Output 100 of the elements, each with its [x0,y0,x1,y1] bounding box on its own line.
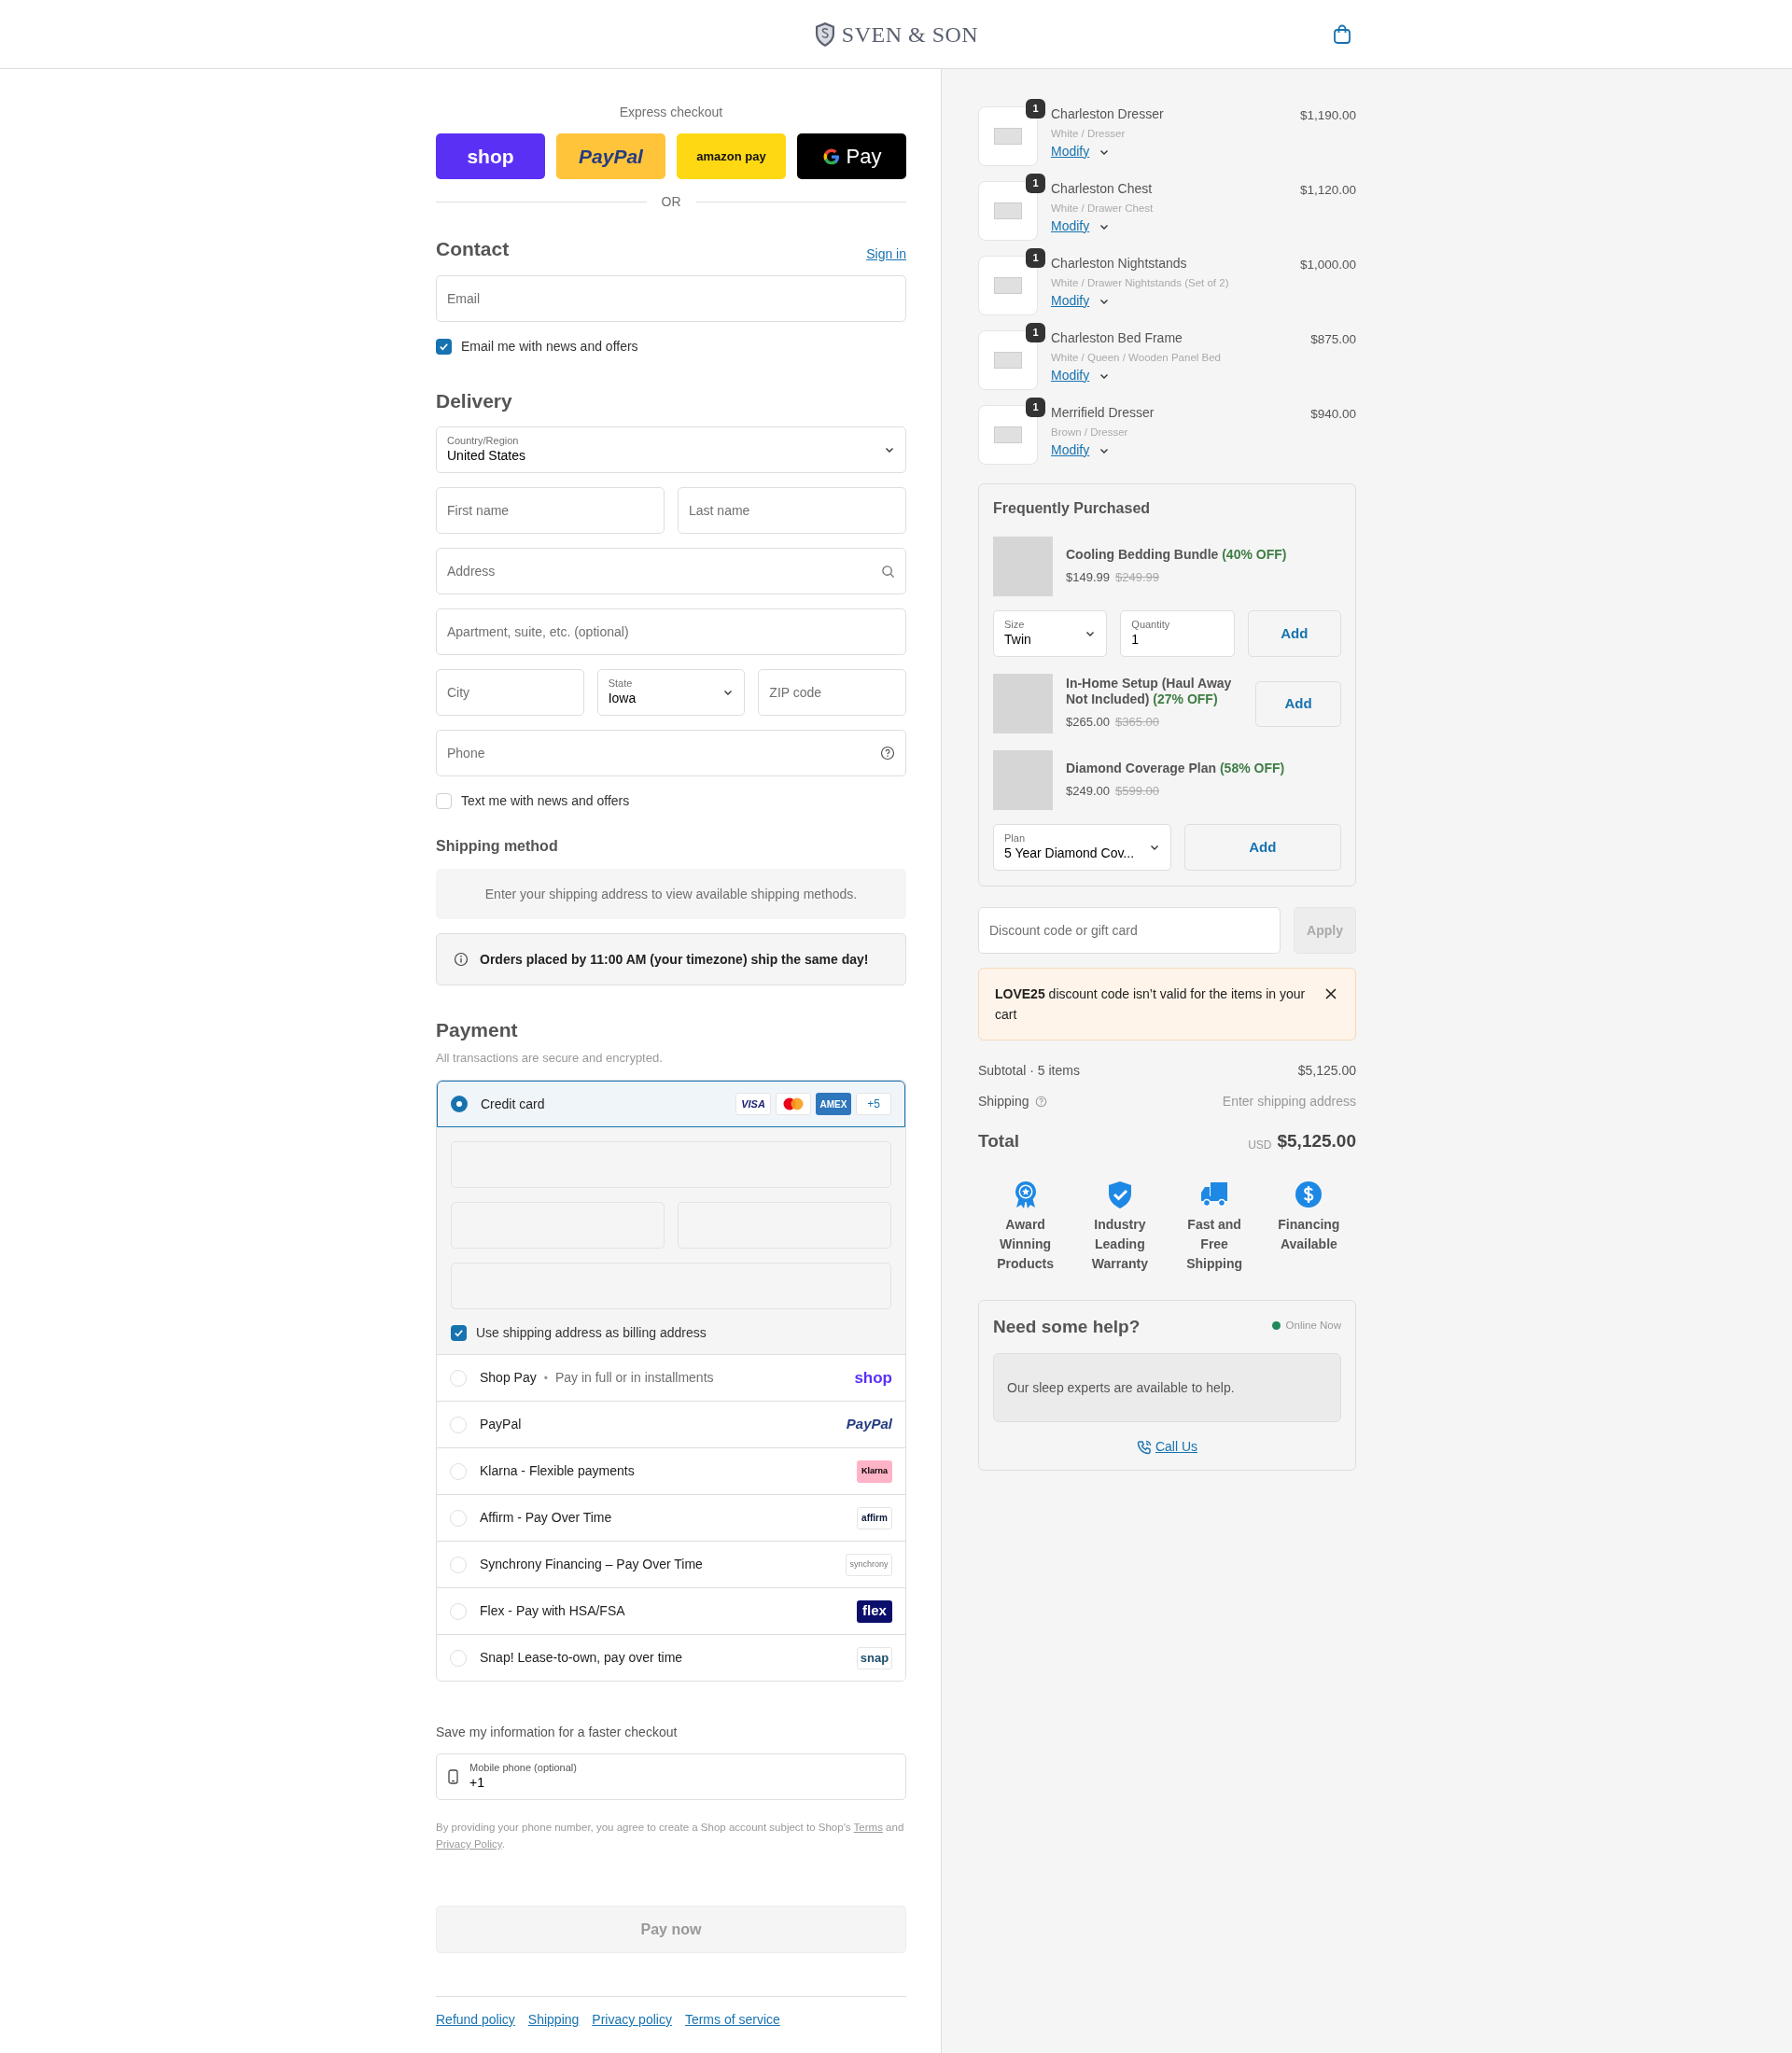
section-heading: Shipping method [436,837,559,856]
product-price: $1,000.00 [1299,257,1356,273]
g-logo-icon [821,147,841,166]
feature-label: Award Winning Products [996,1215,1055,1273]
feature-label: Fast and Free Shipping [1185,1215,1244,1273]
cart-button[interactable] [1331,23,1353,46]
close-icon [1324,987,1337,1000]
alert-message: LOVE25 discount code isn’t valid for the items in your cart [995,985,1306,1024]
total-value: $5,125.00 [1277,1130,1356,1152]
product-name: Charleston Chest [1051,181,1154,198]
mobile-phone-icon [448,1769,458,1784]
original-price: $599.00 [1115,782,1159,800]
product-variant: Brown / Dresser [1051,425,1129,439]
amazon-pay-button[interactable]: amazon pay [677,133,786,179]
shop-pay-button[interactable]: shop [436,133,545,179]
product-name: Charleston Nightstands [1051,256,1188,272]
call-us-link[interactable]: Call Us [1136,1437,1198,1457]
section-heading: Contact [436,237,510,261]
checkbox-label: Use shipping address as billing address [476,1324,707,1342]
input-field[interactable]: Discount code or gift card [978,907,1281,954]
radio-button[interactable] [450,1369,467,1387]
footer-link[interactable]: Privacy policy [592,2010,672,2030]
select-field[interactable]: State Iowa [596,669,746,716]
summary-label: Shipping [978,1093,1029,1110]
payment-option[interactable]: Snap! Lease-to-own, pay over time snap [437,1634,905,1681]
add-button[interactable]: Add [1183,824,1341,871]
modify-link[interactable]: Modify [1051,441,1090,459]
modify-link[interactable]: Modify [1051,143,1090,161]
footer-link[interactable]: Terms of service [684,2010,780,2030]
visa-logo: VISA [735,1093,771,1115]
brand-name: SVEN & SON [841,21,979,49]
product-name: Charleston Bed Frame [1051,330,1183,347]
product-thumbnail [978,181,1038,241]
input-field[interactable]: Apartment, suite, etc. (optional) [436,608,906,655]
select-field[interactable]: Size Twin [993,610,1108,657]
payment-option[interactable]: Credit card VISA AMEX +5 [437,1081,905,1127]
input-field[interactable]: Address [436,548,906,594]
google-pay-button[interactable]: Pay [797,133,906,179]
radio-button[interactable] [450,1509,467,1527]
modify-link[interactable]: Modify [1051,367,1090,384]
photo-placeholder [993,750,1053,810]
product-price: $1,120.00 [1299,182,1356,199]
original-price: $249.99 [1115,568,1159,586]
dollar-circle-icon [1294,1179,1324,1209]
snap-logo: snap [857,1646,892,1669]
radio-button[interactable] [450,1416,467,1433]
panel-heading: Frequently Purchased [993,499,1152,518]
help-icon [880,746,895,761]
input-field[interactable]: Phone [436,730,906,776]
affirm-logo: affirm [857,1506,892,1529]
quantity-field[interactable]: Quantity 1 [1120,610,1235,657]
payment-note: Pay in full or in installments [554,1369,714,1387]
section-label: Save my information for a faster checkout [436,1724,679,1741]
sign-in-link[interactable]: Sign in [866,244,906,264]
checkbox[interactable] [451,1325,467,1341]
radio-button[interactable] [450,1556,467,1573]
checkbox[interactable] [436,793,452,809]
quantity-badge: 1 [1026,99,1045,119]
radio-button[interactable] [450,1462,467,1480]
phone-field[interactable]: Mobile phone (optional) +1 [436,1753,906,1800]
offer-title: Cooling Bedding Bundle (40% OFF) [1066,546,1288,563]
select-field[interactable]: Country/Region United States [436,426,906,473]
status-text: Online Now [1285,1318,1341,1333]
input-field[interactable]: Email [436,274,906,322]
product-variant: White / Dresser [1051,126,1127,140]
product-thumbnail [978,106,1038,166]
discount-label: (27% OFF) [1153,691,1218,707]
more-cards-badge: +5 [856,1093,891,1115]
modify-link[interactable]: Modify [1051,217,1090,235]
input-field[interactable]: First name [436,487,665,534]
select-field[interactable]: Plan 5 Year Diamond Cov... [993,824,1171,871]
checkbox-label: Text me with news and offers [461,792,630,810]
info-message: Enter your shipping address to view available shipping methods. [436,869,906,919]
radio-button[interactable] [451,1096,468,1112]
photo-placeholder [993,674,1053,733]
offer-price: $249.00 [1066,782,1110,800]
input-field[interactable]: Last name [678,487,906,534]
product-price: $875.00 [1310,331,1356,348]
footer-link[interactable]: Shipping [527,2010,580,2030]
add-button[interactable]: Add [1255,680,1341,727]
product-name: Merrifield Dresser [1051,405,1155,422]
phone-icon [1136,1439,1152,1455]
modify-link[interactable]: Modify [1051,292,1090,310]
payment-label: Snap! Lease-to-own, pay over time [480,1649,683,1667]
radio-button[interactable] [450,1602,467,1620]
footer-link[interactable]: Refund policy [436,2010,515,2030]
radio-button[interactable] [450,1649,467,1667]
input-field[interactable]: ZIP code [758,669,906,716]
close-button[interactable] [1324,986,1339,1001]
paypal-logo: PayPal [846,1415,892,1434]
product-thumbnail [978,405,1038,465]
add-button[interactable]: Add [1247,610,1341,657]
paypal-button[interactable]: PayPal [556,133,665,179]
checkbox-label: Email me with news and offers [461,337,638,356]
product-thumbnail [978,330,1038,390]
photo-placeholder [993,537,1053,596]
offer-title: Diamond Coverage Plan (58% OFF) [1066,760,1286,776]
input-field[interactable]: City [436,669,584,716]
product-name: Charleston Dresser [1051,106,1165,123]
checkbox[interactable] [436,338,452,355]
